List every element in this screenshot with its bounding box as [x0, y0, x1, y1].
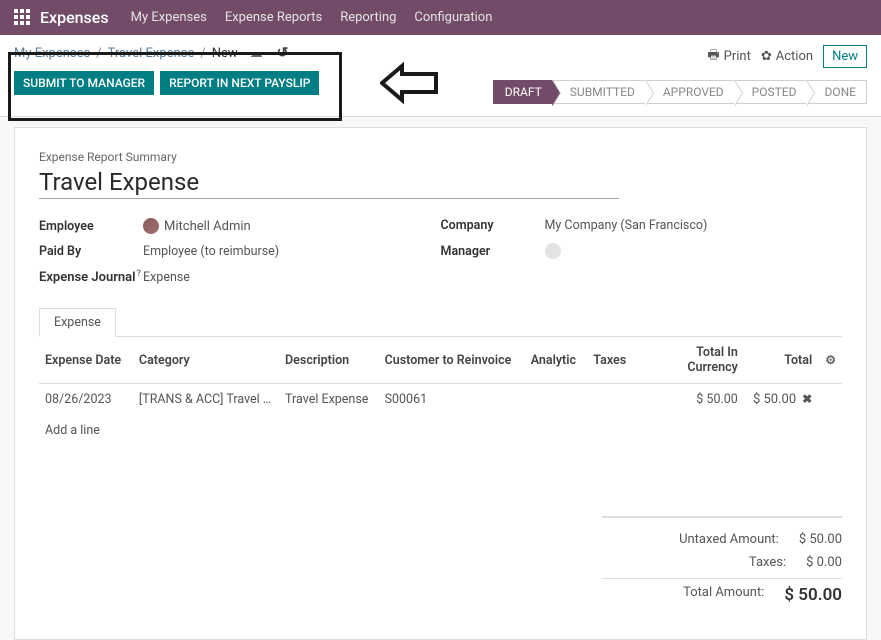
- untaxed-label: Untaxed Amount:: [602, 532, 779, 547]
- taxes-value: $ 0.00: [806, 555, 842, 570]
- taxes-label: Taxes:: [602, 555, 786, 570]
- paidby-label: Paid By: [39, 244, 143, 259]
- new-button[interactable]: New: [823, 45, 867, 68]
- totals-panel: Untaxed Amount: $ 50.00 Taxes: $ 0.00 Tota…: [602, 516, 842, 609]
- form-sheet: Expense Report Summary Employee Mitchell…: [14, 127, 867, 640]
- paidby-field[interactable]: Employee (to reimburse): [143, 244, 279, 259]
- untaxed-value: $ 50.00: [799, 532, 842, 547]
- employee-label: Employee: [39, 219, 143, 234]
- col-description[interactable]: Description: [279, 337, 379, 384]
- app-title[interactable]: Expenses: [40, 8, 109, 27]
- employee-field[interactable]: Mitchell Admin: [143, 218, 251, 234]
- cell-customer[interactable]: S00061: [379, 384, 525, 416]
- cell-total-currency[interactable]: $ 50.00: [639, 384, 743, 416]
- cell-analytic[interactable]: [525, 384, 588, 416]
- nav-reporting[interactable]: Reporting: [340, 10, 396, 25]
- col-taxes[interactable]: Taxes: [587, 337, 639, 384]
- report-in-next-payslip-button[interactable]: REPORT IN NEXT PAYSLIP: [160, 71, 319, 95]
- status-posted[interactable]: POSTED: [734, 80, 808, 104]
- summary-label: Expense Report Summary: [39, 150, 842, 164]
- submit-to-manager-button[interactable]: SUBMIT TO MANAGER: [14, 71, 154, 95]
- cell-date[interactable]: 08/26/2023: [39, 384, 133, 416]
- control-panel: My Expenses / Travel Expense / New ☁ ↺ S…: [0, 35, 881, 117]
- report-name-input[interactable]: [39, 166, 619, 199]
- breadcrumb-current: New: [212, 46, 238, 61]
- delete-row-icon[interactable]: ✖: [802, 392, 812, 406]
- company-label: Company: [441, 218, 545, 233]
- total-label: Total Amount:: [602, 585, 764, 605]
- notebook-tabs: Expense: [39, 308, 842, 337]
- action-button[interactable]: ✿Action: [761, 49, 813, 64]
- cloud-save-icon[interactable]: ☁: [250, 46, 263, 61]
- avatar: [143, 218, 159, 234]
- add-line-link[interactable]: Add a line: [39, 415, 842, 446]
- col-analytic[interactable]: Analytic: [525, 337, 588, 384]
- col-category[interactable]: Category: [133, 337, 279, 384]
- status-approved[interactable]: APPROVED: [645, 80, 735, 104]
- gear-icon: ✿: [761, 49, 772, 64]
- manager-field[interactable]: [545, 243, 561, 259]
- expense-lines-table: Expense Date Category Description Custom…: [39, 337, 842, 446]
- table-row[interactable]: 08/26/2023 [TRANS & ACC] Travel & ... Tr…: [39, 384, 842, 416]
- journal-field[interactable]: Expense: [143, 270, 190, 285]
- breadcrumb-root[interactable]: My Expenses: [14, 46, 90, 61]
- status-bar: DRAFT SUBMITTED APPROVED POSTED DONE: [494, 80, 867, 104]
- cell-taxes[interactable]: [587, 384, 639, 416]
- discard-icon[interactable]: ↺: [277, 45, 289, 61]
- breadcrumb-sep: /: [96, 46, 101, 61]
- breadcrumb-sep: /: [200, 46, 205, 61]
- manager-label: Manager: [441, 244, 545, 259]
- print-icon: 🖶: [707, 46, 719, 68]
- col-total-currency[interactable]: Total In Currency: [639, 337, 743, 384]
- company-field[interactable]: My Company (San Francisco): [545, 218, 708, 233]
- nav-configuration[interactable]: Configuration: [414, 10, 492, 25]
- breadcrumb: My Expenses / Travel Expense / New ☁ ↺: [14, 45, 319, 61]
- tab-expense[interactable]: Expense: [39, 308, 116, 337]
- col-customer[interactable]: Customer to Reinvoice: [379, 337, 525, 384]
- nav-my-expenses[interactable]: My Expenses: [131, 10, 207, 25]
- journal-label: Expense Journal?: [39, 269, 143, 285]
- print-button[interactable]: 🖶Print: [707, 46, 750, 68]
- col-total[interactable]: Total: [744, 337, 818, 384]
- columns-settings-icon[interactable]: ⚙: [825, 353, 836, 367]
- cell-category[interactable]: [TRANS & ACC] Travel & ...: [133, 384, 279, 416]
- status-submitted[interactable]: SUBMITTED: [552, 80, 646, 104]
- cell-total[interactable]: $ 50.00✖: [744, 384, 818, 416]
- col-date[interactable]: Expense Date: [39, 337, 133, 384]
- apps-icon[interactable]: [14, 9, 32, 27]
- pointer-arrow-icon: [380, 62, 438, 104]
- top-bar: Expenses My Expenses Expense Reports Rep…: [0, 0, 881, 35]
- total-value: $ 50.00: [784, 585, 842, 605]
- cell-description[interactable]: Travel Expense: [279, 384, 379, 416]
- nav-expense-reports[interactable]: Expense Reports: [225, 10, 322, 25]
- breadcrumb-parent[interactable]: Travel Expense: [108, 46, 195, 61]
- avatar-empty: [545, 243, 561, 259]
- status-draft[interactable]: DRAFT: [493, 80, 553, 104]
- status-done[interactable]: DONE: [806, 80, 867, 104]
